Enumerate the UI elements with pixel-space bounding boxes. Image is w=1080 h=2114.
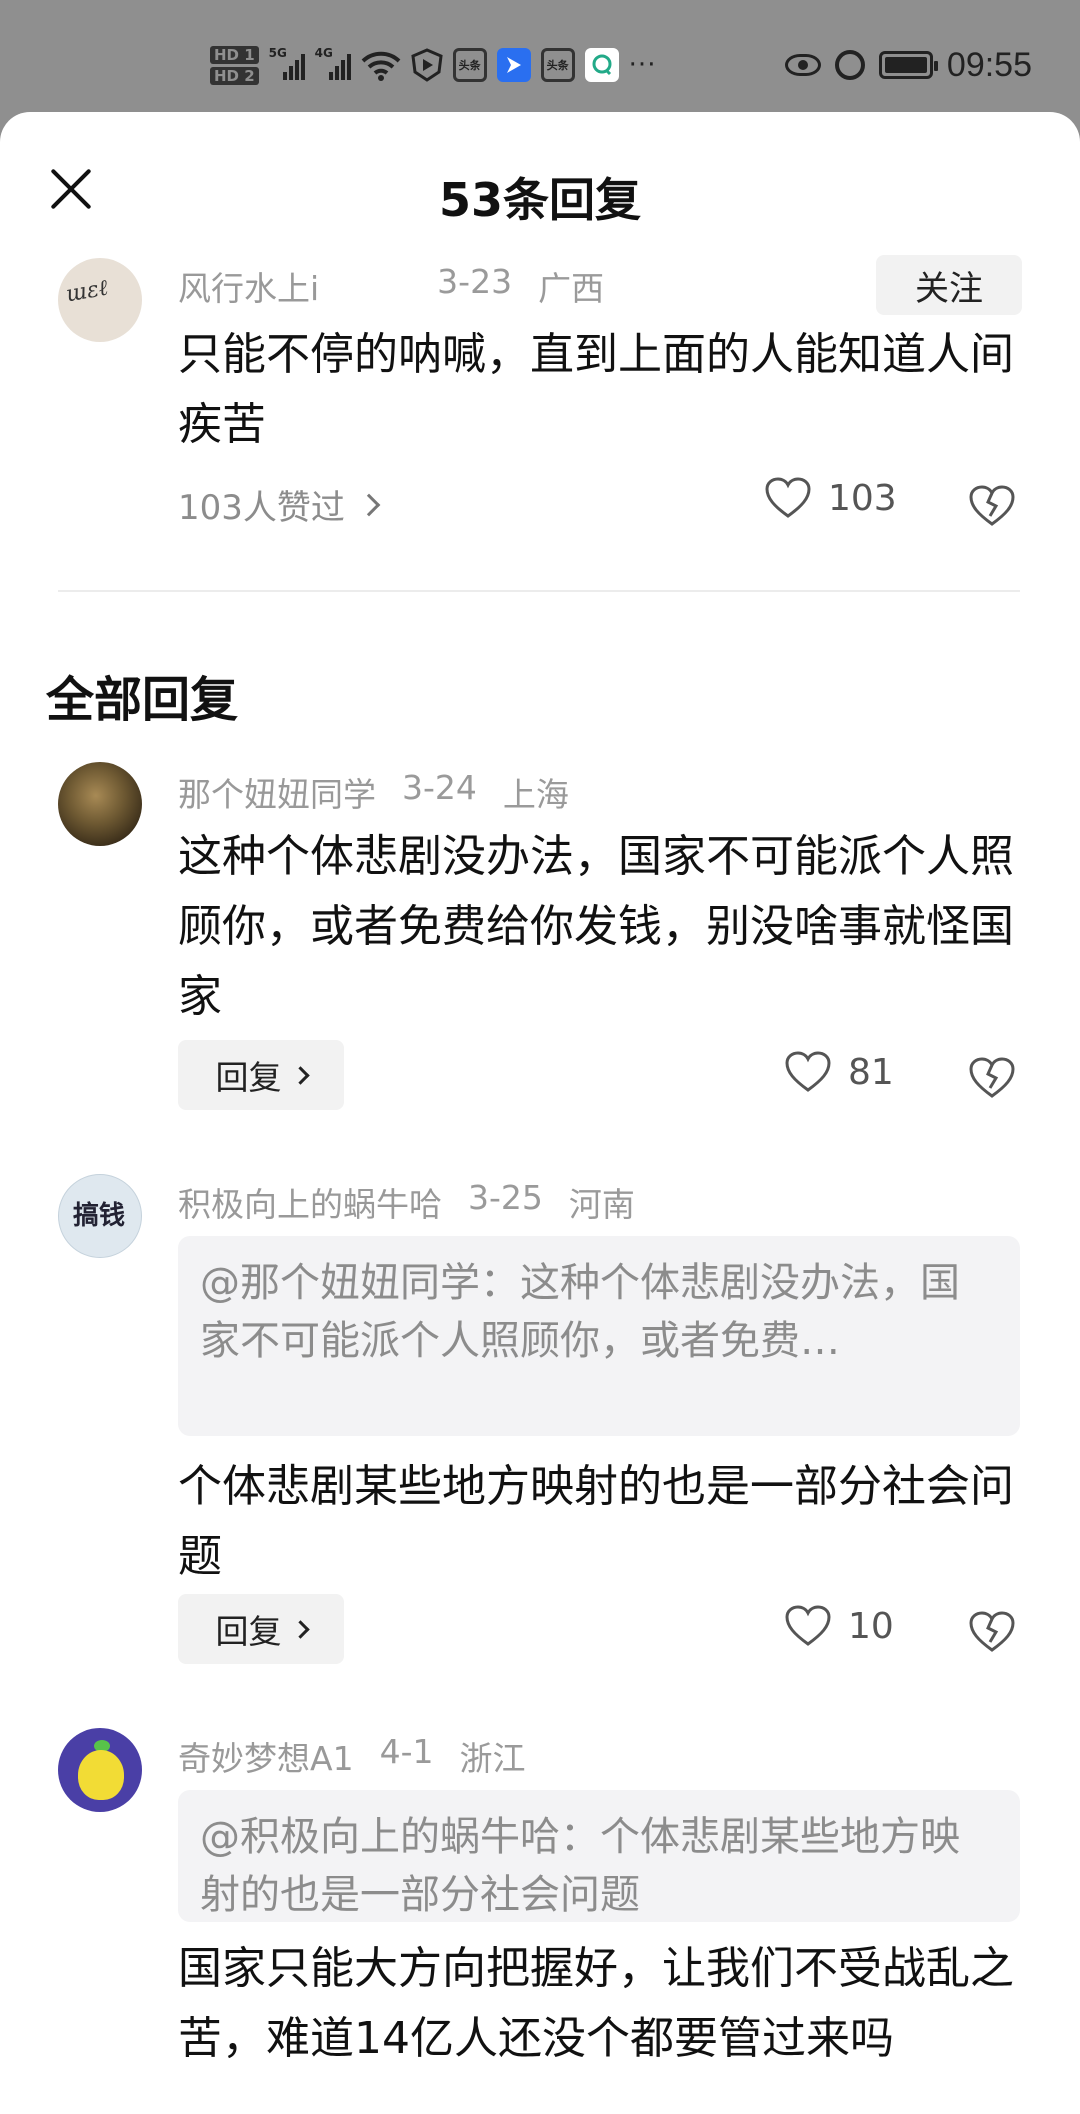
like-button[interactable]: 103 [764,476,897,520]
sheet-title: 53条回复 [438,173,641,227]
avatar[interactable] [58,1728,142,1812]
wifi-icon [361,51,401,81]
sheet-header: 53条回复 [0,112,1080,258]
reply-meta: 积极向上的蜗牛哈 3-25 河南 [178,1178,635,1226]
hd1-badge: HD 1 [210,45,259,64]
comment-location: 广西 [538,269,605,308]
signal-4g-label: 4G [314,46,333,60]
toutiao-app-icon: 头条 [452,48,487,82]
quoted-reply[interactable]: @积极向上的蜗牛哈：个体悲剧某些地方映射的也是一部分社会问题 [178,1790,1020,1922]
reply-location: 上海 [502,775,569,814]
chat-app-icon [584,48,619,82]
reply-date: 4-1 [379,1732,434,1771]
dislike-broken-heart-icon[interactable] [968,1610,1016,1654]
sim-indicator: HD 1 HD 2 [210,45,259,85]
play-shield-icon [411,48,443,82]
dislike-broken-heart-icon[interactable] [968,484,1016,528]
comment-meta: 风行水上i 3-23 广西 [178,262,604,310]
status-bar-left: HD 1 HD 2 5G 4G 头条 头条 ··· [210,40,656,90]
toutiao-app-icon-2: 头条 [540,48,575,82]
comment-date: 3-23 [437,262,513,301]
reply-date: 3-25 [468,1178,543,1217]
reply-meta: 奇妙梦想A1 4-1 浙江 [178,1732,525,1780]
bird-app-icon [496,48,531,82]
avatar[interactable]: 搞钱 [58,1174,142,1258]
heart-icon [765,477,811,518]
section-title: 全部回复 [46,672,239,728]
reply-text: 个体悲剧某些地方映射的也是一部分社会问题 [178,1461,1014,1582]
more-notifications-icon: ··· [628,50,657,80]
like-count: 81 [848,1051,894,1093]
signal-5g-label: 5G [268,46,287,60]
likers-link[interactable]: 103人赞过 [178,480,381,529]
heart-icon [785,1051,831,1092]
replies-sheet: 53条回复 ɯɛℓ 风行水上i 3-23 广西 关注 只能不停的呐喊，直到上面的… [0,112,1080,2114]
battery-icon [878,51,938,79]
signature-logo: ɯɛℓ [64,275,110,308]
quoted-reply[interactable]: @那个妞妞同学：这种个体悲剧没办法，国家不可能派个人照顾你，或者免费… [178,1236,1020,1436]
reply-location: 河南 [568,1185,635,1224]
status-bar: HD 1 HD 2 5G 4G 头条 头条 ··· 09:55 [0,0,1080,112]
lemon-shape [78,1750,124,1800]
dislike-broken-heart-icon[interactable] [968,1056,1016,1100]
avatar[interactable] [58,762,142,846]
chevron-right-icon [290,1619,310,1639]
follow-button[interactable]: 关注 [876,255,1022,315]
reply-meta: 那个妞妞同学 3-24 上海 [178,768,569,816]
like-count: 103 [828,477,897,519]
author-name[interactable]: 那个妞妞同学 [178,768,376,816]
author-name[interactable]: 风行水上i [178,262,319,310]
status-bar-right: 09:55 [784,40,1032,90]
reply-text: 这种个体悲剧没办法，国家不可能派个人照顾你，或者免费给你发钱，别没啥事就怪国家 [178,831,1014,1022]
chevron-right-icon [290,1065,310,1085]
reply-button-label: 回复 [215,1612,282,1651]
chevron-right-icon [357,493,381,516]
reply-button[interactable]: 回复 [178,1594,344,1664]
eye-comfort-icon [784,54,821,76]
like-count: 10 [848,1605,894,1647]
author-name[interactable]: 奇妙梦想A1 [178,1732,354,1780]
author-name[interactable]: 积极向上的蜗牛哈 [178,1178,442,1226]
alarm-icon [834,50,865,80]
reply-button-label: 回复 [215,1058,282,1097]
avatar-calligraphy: 搞钱 [73,1201,126,1231]
signal-5g-icon: 5G [269,46,305,80]
signal-4g-icon: 4G [315,46,351,80]
clock: 09:55 [946,45,1032,84]
likers-label: 103人赞过 [178,488,345,528]
avatar[interactable]: ɯɛℓ [58,258,142,342]
reply-date: 3-24 [402,768,477,807]
reply-text: 国家只能大方向把握好，让我们不受战乱之苦，难道14亿人还没个都要管过来吗 [178,1943,1014,2064]
reply-button[interactable]: 回复 [178,1040,344,1110]
like-button[interactable]: 10 [784,1604,894,1648]
hd2-badge: HD 2 [210,66,259,85]
divider [58,590,1020,592]
like-button[interactable]: 81 [784,1050,894,1094]
reply-location: 浙江 [459,1739,526,1778]
heart-icon [785,1605,831,1646]
comment-text: 只能不停的呐喊，直到上面的人能知道人间疾苦 [178,329,1014,450]
